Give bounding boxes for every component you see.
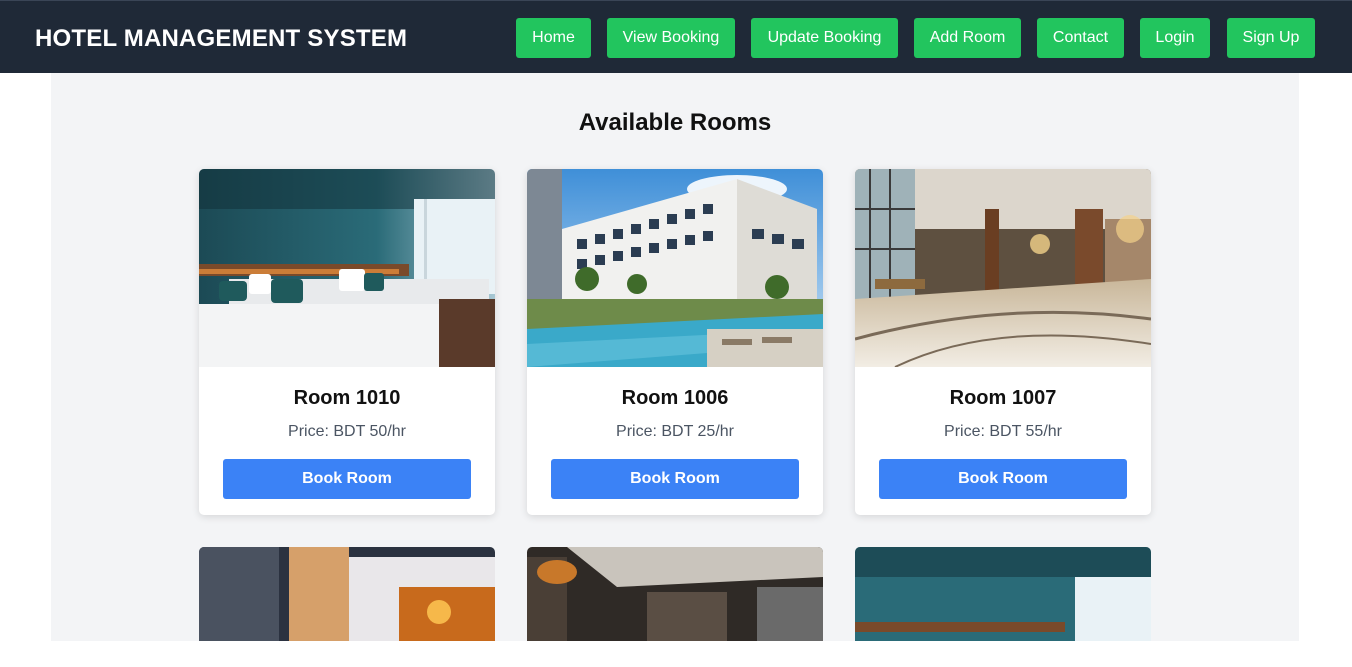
book-room-button[interactable]: Book Room (223, 459, 471, 499)
nav-view-booking-button[interactable]: View Booking (607, 18, 735, 58)
room-card: Room 1007 Price: BDT 55/hr Book Room (855, 169, 1151, 515)
nav-update-booking-button[interactable]: Update Booking (751, 18, 898, 58)
room-price: Price: BDT 50/hr (288, 423, 406, 440)
room-card: Room 1010 Price: BDT 50/hr Book Room (199, 169, 495, 515)
room-name: Room 1010 (293, 387, 401, 409)
book-room-button[interactable]: Book Room (551, 459, 799, 499)
nav-home-button[interactable]: Home (516, 18, 591, 58)
nav-login-button[interactable]: Login (1140, 18, 1210, 58)
nav-signup-button[interactable]: Sign Up (1227, 18, 1315, 58)
brand-title: HOTEL MANAGEMENT SYSTEM (35, 25, 408, 52)
room-image-hotel-pool (527, 169, 823, 367)
book-room-button[interactable]: Book Room (879, 459, 1127, 499)
room-image-dark-interior (527, 547, 823, 667)
room-price: Price: BDT 55/hr (944, 423, 1062, 440)
nav-add-room-button[interactable]: Add Room (914, 18, 1021, 58)
top-navbar: HOTEL MANAGEMENT SYSTEM Home View Bookin… (0, 0, 1352, 73)
room-image-bedroom (199, 169, 495, 367)
room-image-lobby (855, 169, 1151, 367)
rooms-section: Available Rooms Room 1010 Price: BDT 50/… (51, 73, 1299, 641)
page-scrollbar[interactable] (1335, 73, 1352, 641)
room-name: Room 1007 (949, 387, 1057, 409)
room-image-city-night (199, 547, 495, 667)
room-image-bedroom (855, 547, 1151, 667)
nav-contact-button[interactable]: Contact (1037, 18, 1124, 58)
room-price: Price: BDT 25/hr (616, 423, 734, 440)
section-title: Available Rooms (578, 109, 772, 136)
room-name: Room 1006 (621, 387, 729, 409)
room-card: Room 1006 Price: BDT 25/hr Book Room (527, 169, 823, 515)
